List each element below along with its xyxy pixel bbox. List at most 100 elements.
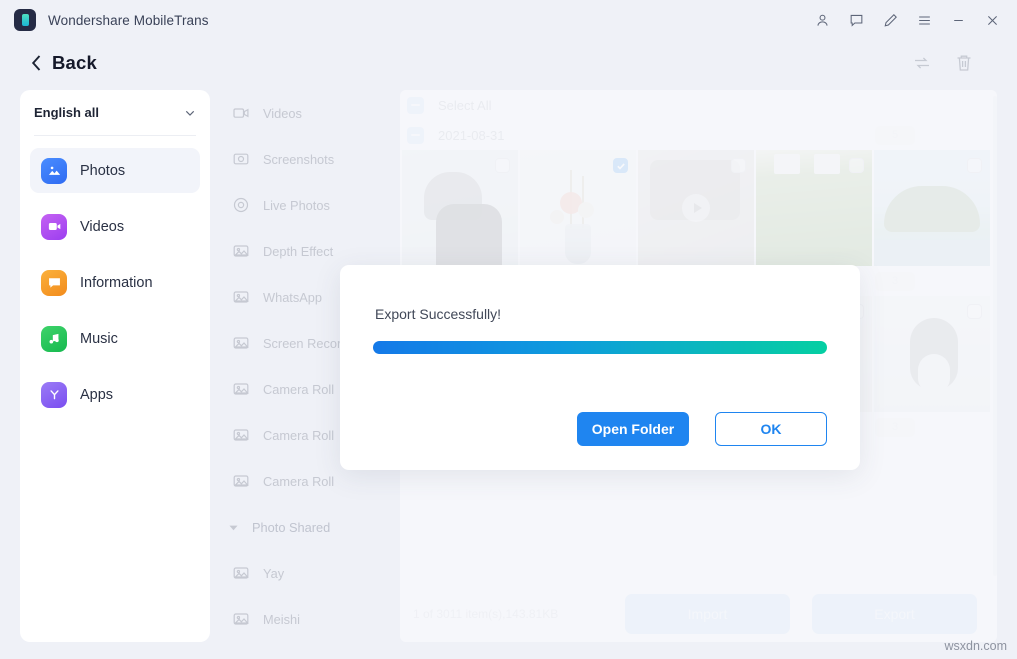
sidebar-item-label: Apps bbox=[80, 387, 113, 403]
title-bar: Wondershare MobileTrans bbox=[0, 0, 1017, 40]
minimize-icon[interactable] bbox=[941, 3, 975, 37]
edit-icon[interactable] bbox=[873, 3, 907, 37]
progress-bar bbox=[373, 341, 827, 354]
sidebar-item-music[interactable]: Music bbox=[30, 316, 200, 361]
category-label: Camera Roll bbox=[263, 428, 334, 443]
date-group-checkbox[interactable] bbox=[407, 127, 424, 144]
photo-icon bbox=[232, 472, 250, 490]
photo-checkbox[interactable] bbox=[967, 304, 982, 319]
dialog-message: Export Successfully! bbox=[375, 306, 501, 322]
video-thumbnail[interactable] bbox=[638, 150, 754, 266]
category-label: WhatsApp bbox=[263, 290, 322, 305]
content-tools bbox=[911, 52, 1017, 74]
sidebar-item-label: Videos bbox=[80, 219, 124, 235]
photo-checkbox[interactable] bbox=[495, 158, 510, 173]
photo-checkbox[interactable] bbox=[731, 158, 746, 173]
back-button[interactable]: Back bbox=[30, 52, 97, 74]
date-group-count: 3 bbox=[875, 272, 915, 291]
app-title: Wondershare MobileTrans bbox=[48, 13, 209, 28]
sidebar-item-videos[interactable]: Videos bbox=[30, 204, 200, 249]
dialog-actions: Open Folder OK bbox=[340, 412, 860, 446]
photo-grid-group-1 bbox=[400, 150, 997, 266]
photo-icon bbox=[232, 288, 250, 306]
category-label: Videos bbox=[263, 106, 302, 121]
bottom-action-bar: 1 of 3011 item(s),143.81KB Import Export bbox=[400, 585, 997, 642]
sidebar-item-photos[interactable]: Photos bbox=[30, 148, 200, 193]
refresh-icon[interactable] bbox=[911, 52, 933, 74]
sidebar: English all Photos Vid bbox=[20, 90, 210, 642]
category-item-yay[interactable]: Yay bbox=[220, 550, 400, 596]
sidebar-item-label: Music bbox=[80, 331, 118, 347]
photo-icon bbox=[232, 610, 250, 628]
apps-icon bbox=[41, 382, 67, 408]
close-icon[interactable] bbox=[975, 3, 1009, 37]
category-label: Camera Roll bbox=[263, 382, 334, 397]
category-label: Live Photos bbox=[263, 198, 330, 213]
sidebar-item-label: Information bbox=[80, 275, 153, 291]
back-bar: Back bbox=[0, 40, 1017, 85]
photo-thumbnail[interactable] bbox=[520, 150, 636, 266]
videos-icon bbox=[41, 214, 67, 240]
photo-icon bbox=[232, 334, 250, 352]
photo-icon bbox=[232, 380, 250, 398]
category-item-meishi[interactable]: Meishi bbox=[220, 596, 400, 642]
video-camera-icon bbox=[232, 104, 250, 122]
watermark: wsxdn.com bbox=[944, 639, 1007, 653]
window-controls bbox=[805, 3, 1017, 37]
category-item-screenshots[interactable]: Screenshots bbox=[220, 136, 400, 182]
chevron-down-icon bbox=[228, 522, 239, 533]
delete-icon[interactable] bbox=[953, 52, 975, 74]
sidebar-list: Photos Videos Information bbox=[20, 136, 210, 417]
date-group-count: 3 bbox=[875, 418, 915, 437]
account-icon[interactable] bbox=[805, 3, 839, 37]
select-all-checkbox[interactable] bbox=[407, 97, 424, 114]
category-label: Depth Effect bbox=[263, 244, 333, 259]
language-value: English all bbox=[34, 105, 99, 120]
app-window: Wondershare MobileTrans bbox=[0, 0, 1017, 659]
photo-checkbox[interactable] bbox=[849, 158, 864, 173]
category-label: Screenshots bbox=[263, 152, 334, 167]
back-label: Back bbox=[52, 52, 97, 74]
photo-thumbnail[interactable] bbox=[756, 150, 872, 266]
date-group-label: 2021-08-31 bbox=[438, 128, 505, 143]
menu-icon[interactable] bbox=[907, 3, 941, 37]
category-item-videos[interactable]: Videos bbox=[220, 90, 400, 136]
photo-thumbnail[interactable] bbox=[874, 296, 990, 412]
music-icon bbox=[41, 326, 67, 352]
select-all-label: Select All bbox=[438, 98, 491, 113]
sidebar-item-label: Photos bbox=[80, 163, 125, 179]
photo-icon bbox=[232, 426, 250, 444]
transfer-actions: Import Export bbox=[625, 594, 997, 634]
photos-icon bbox=[41, 158, 67, 184]
sidebar-item-apps[interactable]: Apps bbox=[30, 372, 200, 417]
screenshot-icon bbox=[232, 150, 250, 168]
vertical-scrollbar[interactable] bbox=[993, 96, 997, 576]
import-button[interactable]: Import bbox=[625, 594, 790, 634]
photo-icon bbox=[232, 242, 250, 260]
information-icon bbox=[41, 270, 67, 296]
check-icon bbox=[616, 161, 626, 171]
photo-checkbox[interactable] bbox=[967, 158, 982, 173]
photo-thumbnail[interactable] bbox=[402, 150, 518, 266]
sidebar-item-information[interactable]: Information bbox=[30, 260, 200, 305]
select-all-row[interactable]: Select All bbox=[400, 90, 997, 120]
date-group-header[interactable]: 2021-08-31 5 bbox=[400, 120, 997, 150]
export-button[interactable]: Export bbox=[812, 594, 977, 634]
category-label: Meishi bbox=[263, 612, 300, 627]
selection-info: 1 of 3011 item(s),143.81KB bbox=[413, 607, 558, 621]
ok-button[interactable]: OK bbox=[715, 412, 827, 446]
app-logo-icon bbox=[14, 9, 36, 31]
category-item-live-photos[interactable]: Live Photos bbox=[220, 182, 400, 228]
category-group-photo-shared[interactable]: Photo Shared bbox=[220, 504, 400, 550]
category-label: Photo Shared bbox=[252, 520, 330, 535]
chevron-left-icon bbox=[30, 54, 43, 72]
category-label: Camera Roll bbox=[263, 474, 334, 489]
open-folder-button[interactable]: Open Folder bbox=[577, 412, 689, 446]
language-select[interactable]: English all bbox=[34, 90, 196, 136]
photo-thumbnail[interactable] bbox=[874, 150, 990, 266]
category-label: Yay bbox=[263, 566, 284, 581]
photo-checkbox[interactable] bbox=[613, 158, 628, 173]
chevron-down-icon bbox=[184, 107, 196, 119]
feedback-icon[interactable] bbox=[839, 3, 873, 37]
live-photo-icon bbox=[232, 196, 250, 214]
